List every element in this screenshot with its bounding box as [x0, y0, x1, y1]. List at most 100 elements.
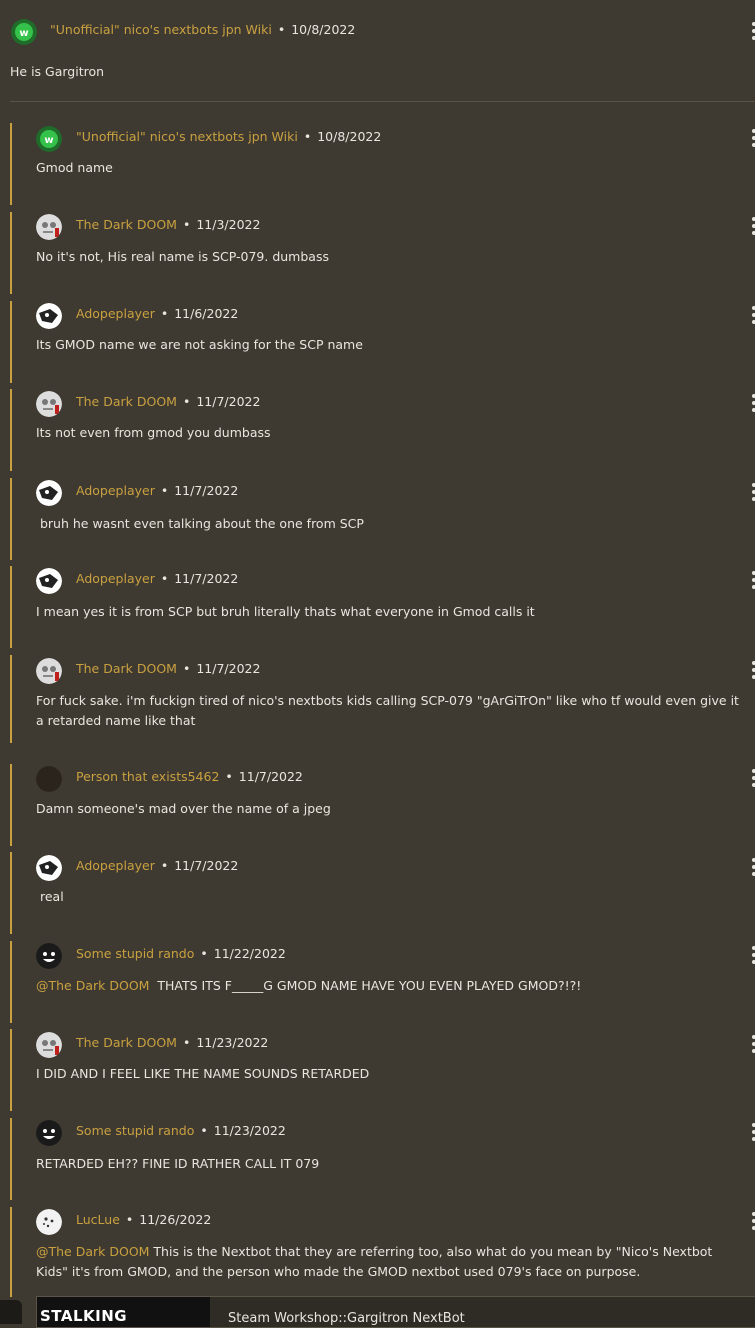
doom-avatar[interactable]: [36, 658, 62, 684]
reply-thread-bar: [10, 478, 12, 560]
comment-date: 10/8/2022: [291, 22, 356, 37]
reply-text-content: Damn someone's mad over the name of a jp…: [36, 801, 331, 816]
reply-text-content: real: [36, 889, 64, 904]
reply-text-content: For fuck sake. i'm fuckign tired of nico…: [36, 693, 743, 728]
reply-date: 10/8/2022: [317, 129, 382, 144]
svg-text:w: w: [44, 135, 53, 146]
reply-text-content: Its not even from gmod you dumbass: [36, 425, 271, 440]
mention-link[interactable]: @The Dark DOOM: [36, 1244, 149, 1259]
reply-text-content: Gmod name: [36, 160, 113, 175]
reply-date: 11/23/2022: [196, 1035, 269, 1050]
separator-dot: •: [200, 1123, 208, 1138]
reply-author[interactable]: The Dark DOOM: [76, 661, 177, 676]
comment-author[interactable]: "Unofficial" nico's nextbots jpn Wiki: [50, 22, 272, 37]
separator-dot: •: [125, 1212, 134, 1227]
more-options-icon[interactable]: [751, 946, 755, 964]
more-options-icon[interactable]: [751, 571, 755, 589]
reply-text: RETARDED EH?? FINE ID RATHER CALL IT 079: [36, 1154, 748, 1174]
reply-thread-bar: [10, 123, 12, 205]
reply-author[interactable]: Adopeplayer: [76, 306, 155, 321]
reply-author[interactable]: The Dark DOOM: [76, 394, 177, 409]
reply-text: I DID AND I FEEL LIKE THE NAME SOUNDS RE…: [36, 1064, 748, 1084]
more-options-icon[interactable]: [751, 306, 755, 324]
reply-author[interactable]: Person that exists5462: [76, 769, 219, 784]
separator-dot: •: [182, 1035, 191, 1050]
separator-dot: •: [225, 769, 233, 784]
reply-date: 11/7/2022: [174, 858, 239, 873]
reply-author[interactable]: LucLue: [76, 1212, 120, 1227]
reply-date: 11/7/2022: [174, 571, 239, 586]
top-comment: w "Unofficial" nico's nextbots jpn Wiki …: [0, 0, 755, 102]
reply-thread-bar: [10, 941, 12, 1023]
separator-dot: •: [160, 858, 169, 873]
adopeplayer-avatar[interactable]: [36, 303, 62, 329]
reply-text: Its GMOD name we are not asking for the …: [36, 335, 748, 355]
more-options-icon[interactable]: [751, 129, 755, 147]
doom-avatar[interactable]: [36, 214, 62, 240]
more-options-icon[interactable]: [751, 394, 755, 412]
divider: [10, 101, 755, 102]
reply-author[interactable]: Adopeplayer: [76, 858, 155, 873]
reply-author[interactable]: The Dark DOOM: [76, 1035, 177, 1050]
reply-thread-bar: [10, 764, 12, 846]
reply-text-content: I mean yes it is from SCP but bruh liter…: [36, 604, 535, 619]
lucLue-avatar[interactable]: [36, 1209, 62, 1235]
rando-avatar[interactable]: [36, 1120, 62, 1146]
separator-dot: •: [160, 483, 169, 498]
wiki-logo-avatar[interactable]: w: [36, 126, 62, 152]
reply-thread-bar: [10, 1029, 12, 1111]
reply-date: 11/7/2022: [238, 769, 303, 784]
reply-text-content: bruh he wasnt even talking about the one…: [36, 516, 364, 531]
separator-dot: •: [277, 22, 286, 37]
reply-author[interactable]: The Dark DOOM: [76, 217, 177, 232]
blank-avatar[interactable]: [36, 766, 62, 792]
reply-text-content: Its GMOD name we are not asking for the …: [36, 337, 363, 352]
reply-author[interactable]: Adopeplayer: [76, 571, 155, 586]
reply-author[interactable]: "Unofficial" nico's nextbots jpn Wiki: [76, 129, 298, 144]
more-options-icon[interactable]: [751, 1212, 755, 1230]
reply-text: real: [36, 887, 748, 907]
reply-text-content: RETARDED EH?? FINE ID RATHER CALL IT 079: [36, 1156, 320, 1171]
reply-date: 11/3/2022: [196, 217, 261, 232]
mention-link[interactable]: @The Dark DOOM: [36, 978, 149, 993]
more-options-icon[interactable]: [751, 22, 755, 40]
more-options-icon[interactable]: [751, 1035, 755, 1053]
separator-dot: •: [182, 217, 191, 232]
separator-dot: •: [182, 661, 191, 676]
separator-dot: •: [303, 129, 312, 144]
reply-author[interactable]: Adopeplayer: [76, 483, 155, 498]
reply-date: 11/26/2022: [139, 1212, 212, 1227]
link-embed[interactable]: STALKING NEXTBOT Steam Workshop::Gargitr…: [36, 1296, 755, 1328]
reply-thread-bar: [10, 389, 12, 471]
more-options-icon[interactable]: [751, 661, 755, 679]
doom-avatar[interactable]: [36, 391, 62, 417]
reply-date: 11/23/2022: [213, 1123, 286, 1138]
doom-avatar[interactable]: [36, 1032, 62, 1058]
reply-text-content: I DID AND I FEEL LIKE THE NAME SOUNDS RE…: [36, 1066, 370, 1081]
reply-text: Gmod name: [36, 158, 748, 178]
corner-button[interactable]: [0, 1300, 22, 1324]
reply-author[interactable]: Some stupid rando: [76, 1123, 194, 1138]
adopeplayer-avatar[interactable]: [36, 568, 62, 594]
adopeplayer-avatar[interactable]: [36, 855, 62, 881]
more-options-icon[interactable]: [751, 858, 755, 876]
embed-title[interactable]: Steam Workshop::Gargitron NextBot: [228, 1311, 465, 1326]
separator-dot: •: [200, 946, 208, 961]
more-options-icon[interactable]: [751, 1123, 755, 1141]
adopeplayer-avatar[interactable]: [36, 480, 62, 506]
reply-thread-bar: [10, 212, 12, 294]
more-options-icon[interactable]: [751, 217, 755, 235]
more-options-icon[interactable]: [751, 769, 755, 787]
reply-author[interactable]: Some stupid rando: [76, 946, 194, 961]
reply-thread-bar: [10, 301, 12, 383]
reply-date: 11/6/2022: [174, 306, 239, 321]
reply-text: No it's not, His real name is SCP-079. d…: [36, 247, 748, 267]
rando-avatar[interactable]: [36, 943, 62, 969]
more-options-icon[interactable]: [751, 483, 755, 501]
comment-text: He is Gargitron: [10, 64, 105, 79]
reply-text-content: No it's not, His real name is SCP-079. d…: [36, 249, 329, 264]
wiki-logo-avatar[interactable]: w: [11, 19, 37, 45]
reply-thread-bar: [10, 566, 12, 648]
embed-thumbnail[interactable]: STALKING NEXTBOT: [37, 1297, 210, 1327]
reply-text: @The Dark DOOM THATS ITS F_____G GMOD NA…: [36, 976, 748, 996]
